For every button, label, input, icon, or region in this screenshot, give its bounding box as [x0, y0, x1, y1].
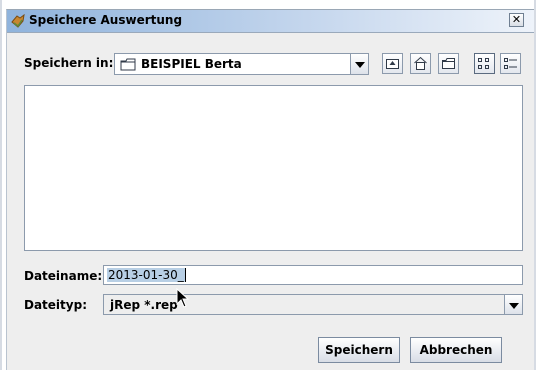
new-folder-button[interactable]	[438, 53, 459, 74]
file-type-value: jRep *.rep	[110, 298, 178, 312]
save-button[interactable]: Speichern	[318, 337, 400, 363]
save-in-dropdown-button[interactable]	[350, 54, 368, 74]
file-name-label: Dateiname:	[24, 269, 103, 283]
file-name-input[interactable]: 2013-01-30_	[103, 265, 523, 285]
close-button[interactable]: ✕	[509, 13, 524, 27]
up-one-level-icon	[386, 59, 399, 69]
dialog-title: Speichere Auswertung	[29, 13, 183, 27]
list-view-button[interactable]	[474, 53, 495, 74]
mouse-pointer-icon	[176, 288, 190, 308]
chevron-down-icon	[509, 303, 519, 309]
title-bar[interactable]: Speichere Auswertung ✕	[7, 10, 534, 33]
background-edge	[0, 0, 2, 370]
new-folder-icon	[442, 58, 455, 69]
folder-icon	[120, 58, 136, 71]
save-dialog: Speichere Auswertung ✕ Speichern in: BEI…	[6, 9, 534, 370]
home-button[interactable]	[410, 53, 431, 74]
file-type-dropdown-button[interactable]	[504, 295, 522, 314]
cancel-button[interactable]: Abbrechen	[410, 337, 502, 363]
close-icon: ✕	[511, 13, 522, 26]
chevron-down-icon	[355, 62, 365, 68]
text-caret	[185, 268, 186, 282]
home-icon	[414, 56, 427, 70]
save-in-value: BEISPIEL Berta	[141, 57, 242, 71]
details-view-button[interactable]	[500, 53, 521, 74]
file-name-value: 2013-01-30_	[107, 268, 185, 282]
details-view-icon	[504, 58, 517, 69]
up-one-level-button[interactable]	[382, 53, 403, 74]
file-list[interactable]	[24, 85, 523, 251]
save-in-dropdown[interactable]: BEISPIEL Berta	[114, 53, 369, 75]
file-type-label: Dateityp:	[24, 298, 87, 312]
save-in-label: Speichern in:	[24, 56, 114, 70]
app-icon	[11, 14, 25, 28]
file-type-dropdown[interactable]: jRep *.rep	[103, 294, 523, 315]
list-view-icon	[478, 58, 489, 69]
